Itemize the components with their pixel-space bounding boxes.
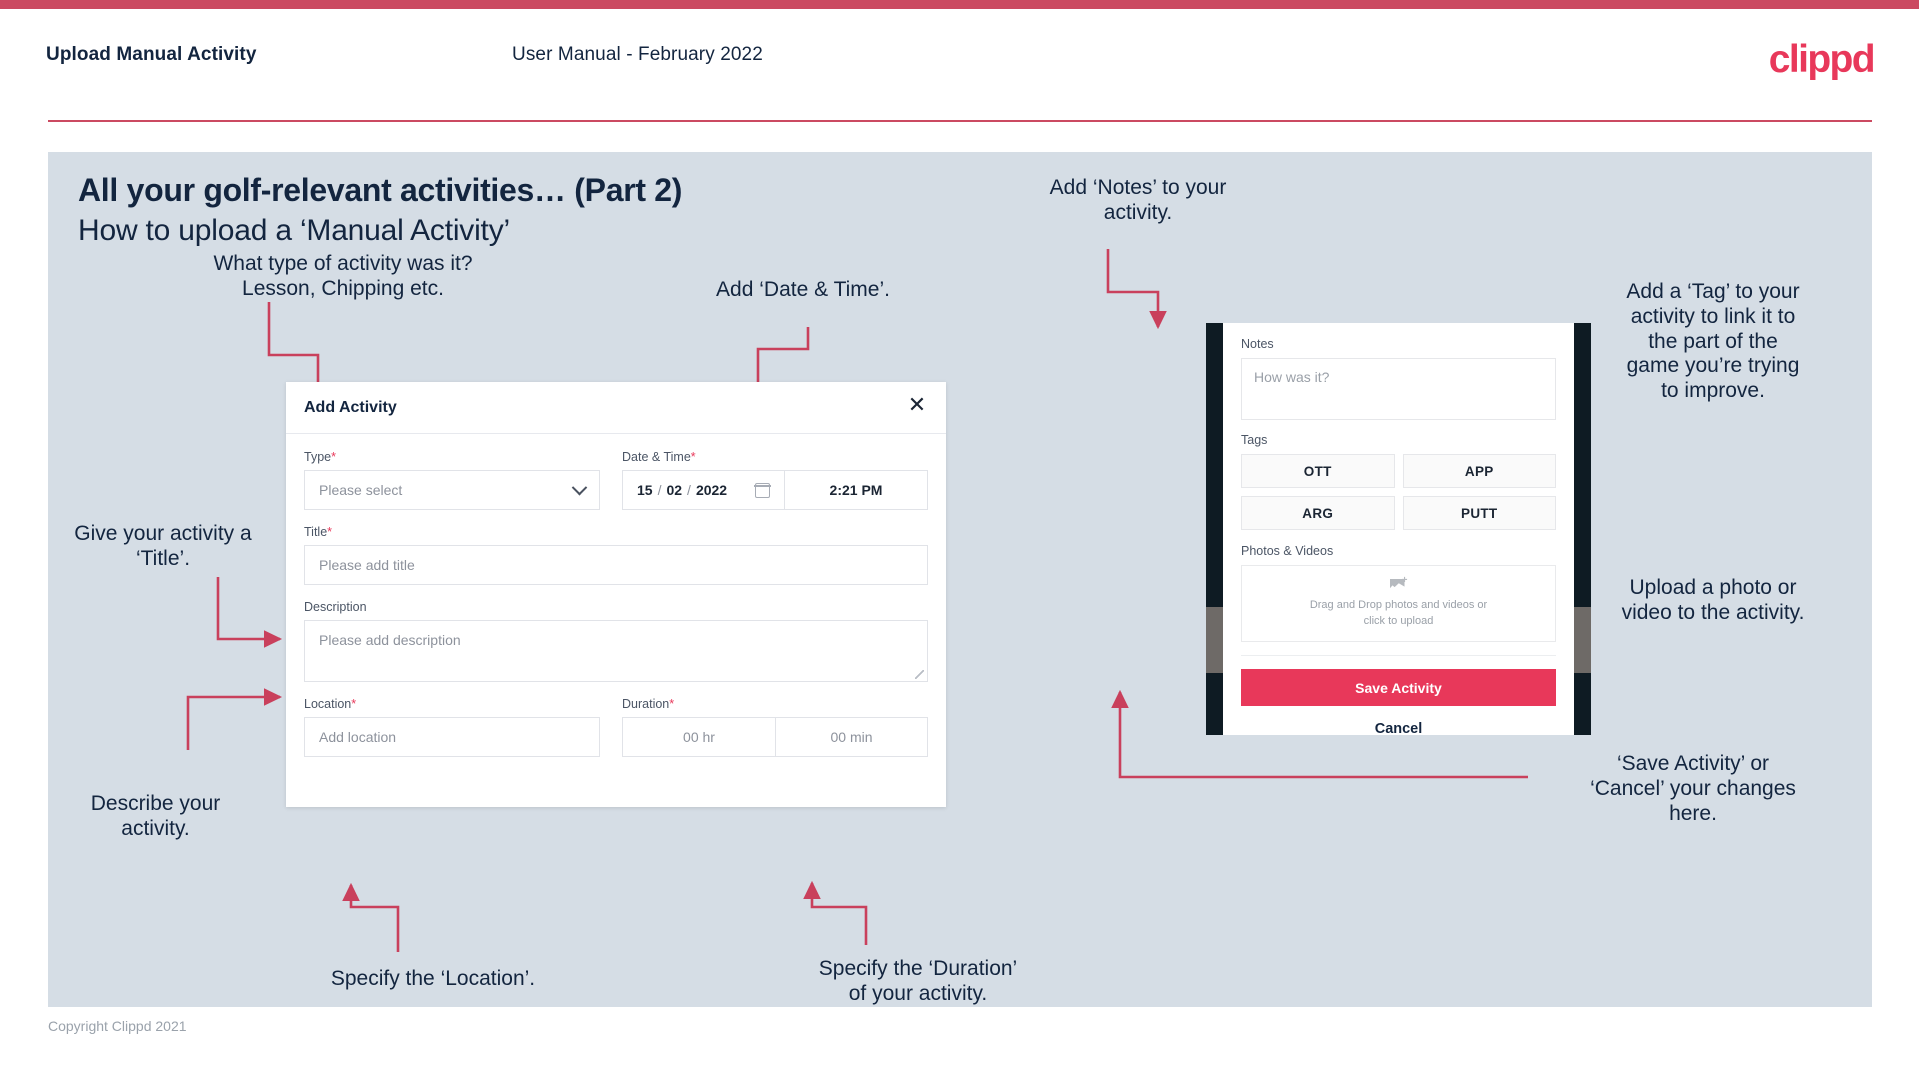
row-type-datetime: Type* Please select Date & Time* 15 / 02… [304,450,928,510]
tags-grid: OTT APP ARG PUTT [1241,454,1556,530]
clippd-logo: clippd [1768,38,1876,81]
top-accent-bar [0,0,1919,9]
row-location-duration: Location* Add location Duration* 00 hr 0… [304,697,928,757]
save-activity-button[interactable]: Save Activity [1241,669,1556,706]
resize-handle-icon[interactable] [915,670,924,679]
close-icon[interactable]: ✕ [904,392,930,418]
field-datetime: Date & Time* 15 / 02 / 2022 2:21 PM [622,450,928,510]
dropzone-text: Drag and Drop photos and videos or click… [1310,598,1487,630]
page-title: Upload Manual Activity [46,44,257,65]
field-location: Location* Add location [304,697,600,757]
datetime-required-mark: * [690,450,696,464]
dropzone-line-2: click to upload [1363,614,1434,627]
field-duration: Duration* 00 hr 00 min [622,697,928,757]
tags-label: Tags [1241,433,1268,447]
field-title: Title* Please add title [304,525,928,585]
description-textarea[interactable]: Please add description [304,620,928,682]
duration-inputs: 00 hr 00 min [622,717,928,757]
slide-page: Upload Manual Activity User Manual - Feb… [0,0,1919,1079]
cancel-button[interactable]: Cancel [1241,721,1556,737]
slide-subheading: How to upload a ‘Manual Activity’ [78,214,510,247]
type-label-text: Type [304,450,332,464]
tag-button-app[interactable]: APP [1402,454,1556,488]
field-description: Description Please add description [304,600,928,682]
title-label: Title* [304,525,928,539]
phone-frame-left [1206,323,1223,735]
dialog-header: Add Activity ✕ [286,382,946,434]
photo-dropzone[interactable]: + Drag and Drop photos and videos or cli… [1241,565,1556,642]
time-input[interactable]: 2:21 PM [784,470,928,510]
date-input[interactable]: 15 / 02 / 2022 [622,470,784,510]
tag-button-arg[interactable]: ARG [1241,496,1395,530]
datetime-inputs: 15 / 02 / 2022 2:21 PM [622,470,928,510]
phone-screen: Notes How was it? Tags OTT APP ARG PUTT … [1223,323,1574,737]
datetime-label: Date & Time* [622,450,928,464]
title-required-mark: * [327,525,333,539]
annotation-description: Describe your activity. [90,792,221,840]
date-month: 02 [666,482,683,498]
plus-shape: + [1401,574,1408,586]
mobile-tags-section: Tags OTT APP ARG PUTT [1241,433,1556,530]
location-label: Location* [304,697,600,711]
copyright-footer: Copyright Clippd 2021 [48,1018,187,1034]
duration-label: Duration* [622,697,928,711]
annotation-title: Give your activity a ‘Title’. [74,522,252,570]
slide-canvas: All your golf-relevant activities… (Part… [48,152,1872,1007]
title-label-text: Title [304,525,328,539]
slide-heading: All your golf-relevant activities… (Part… [78,172,683,208]
annotation-tags: Add a ‘Tag’ to your activity to link it … [1626,280,1800,403]
location-input[interactable]: Add location [304,717,600,757]
mobile-photos-section: Photos & Videos + Drag and Drop photos a… [1241,544,1556,642]
mobile-notes-section: Notes How was it? [1241,337,1556,420]
add-image-icon: + [1389,574,1408,593]
notes-textarea[interactable]: How was it? [1241,358,1556,420]
header-divider [48,120,1872,122]
date-day: 15 [637,482,653,498]
mobile-divider [1241,655,1556,656]
photos-label: Photos & Videos [1241,544,1334,558]
date-sep-2: / [687,482,691,498]
type-label: Type* [304,450,600,464]
field-type: Type* Please select [304,450,600,510]
duration-label-text: Duration [622,697,670,711]
duration-hours-input[interactable]: 00 hr [622,717,775,757]
annotation-photos: Upload a photo or video to the activity. [1621,576,1805,624]
description-placeholder: Please add description [319,632,461,648]
phone-frame-right [1574,323,1591,735]
calendar-icon[interactable] [754,482,771,498]
annotation-date-time: Add ‘Date & Time’. [716,278,890,301]
dialog-title: Add Activity [304,399,397,416]
dropzone-line-1: Drag and Drop photos and videos or [1309,598,1488,611]
datetime-label-text: Date & Time [622,450,691,464]
duration-required-mark: * [669,697,675,711]
annotation-location: Specify the ‘Location’. [330,967,536,990]
add-activity-dialog: Add Activity ✕ Type* Please select Date … [286,382,946,807]
description-label: Description [304,600,367,614]
date-sep-1: / [657,482,662,498]
annotation-duration: Specify the ‘Duration’ of your activity. [818,957,1018,1005]
annotation-save-cancel: ‘Save Activity’ or ‘Cancel’ your changes… [1590,752,1796,825]
annotation-type: What type of activity was it? Lesson, Ch… [213,252,473,300]
mobile-preview: Notes How was it? Tags OTT APP ARG PUTT … [1206,323,1591,737]
location-label-text: Location [304,697,352,711]
date-year: 2022 [695,482,728,498]
tag-button-putt[interactable]: PUTT [1402,496,1556,530]
dialog-body: Type* Please select Date & Time* 15 / 02… [286,434,946,757]
phone-frame-right-segment [1574,607,1591,673]
type-required-mark: * [331,450,336,464]
page-subtitle: User Manual - February 2022 [512,44,763,65]
tag-button-ott[interactable]: OTT [1241,454,1395,488]
duration-minutes-input[interactable]: 00 min [775,717,928,757]
type-select-placeholder: Please select [319,482,403,498]
location-required-mark: * [351,697,357,711]
annotation-notes: Add ‘Notes’ to your activity. [1049,176,1227,224]
type-select[interactable]: Please select [304,470,600,510]
phone-frame-left-segment [1206,607,1223,673]
notes-label: Notes [1241,337,1274,351]
title-input[interactable]: Please add title [304,545,928,585]
chevron-down-icon [571,479,588,495]
